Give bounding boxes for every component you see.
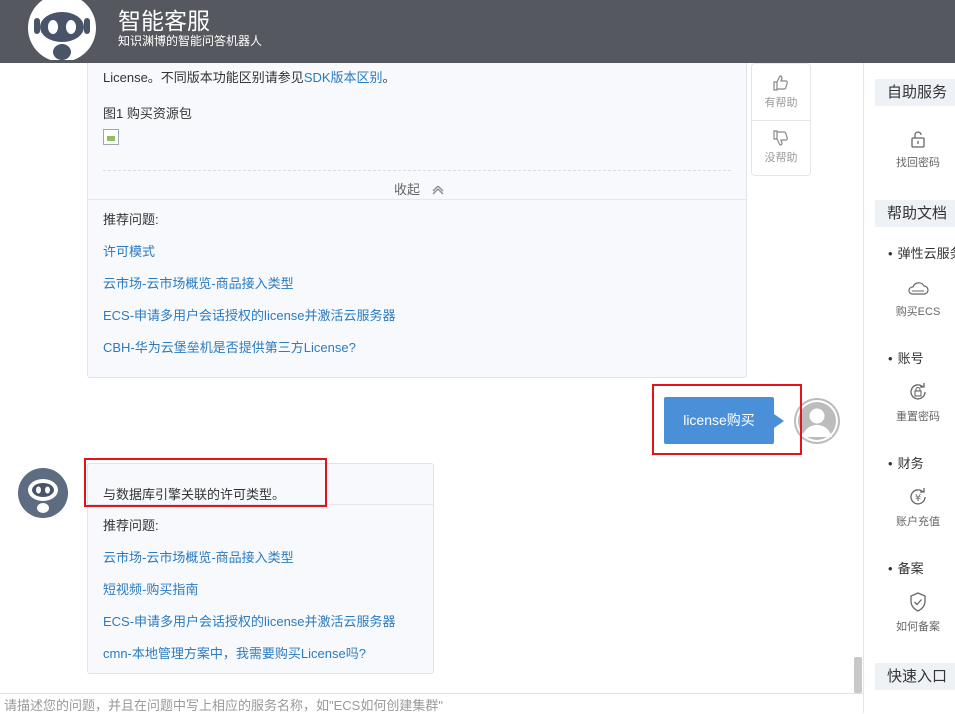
highlight-box [84,458,327,507]
divider [752,120,810,121]
quick-entry-header: 快速入口 [875,663,955,690]
cloud-icon [908,282,929,295]
scrollbar-thumb[interactable] [854,657,862,693]
feedback-panel: 有帮助 没帮助 [751,63,811,176]
recommend-link[interactable]: 云市场-云市场概览-商品接入类型 [103,547,294,566]
category-ecs: 弹性云服务器 [888,243,955,262]
right-sidebar: 自助服务 找回密码 帮助文档 弹性云服务器 购买ECS 账号 重置密码 财务 [863,63,955,713]
app-header: 智能客服 知识渊博的智能问答机器人 [0,0,955,63]
recharge-link[interactable]: ¥ 账户充值 [875,486,955,529]
thumbs-up-icon [773,75,788,91]
app-title: 智能客服 [118,8,210,34]
message-input[interactable] [4,696,854,714]
not-helpful-button[interactable]: 没帮助 [752,129,810,165]
buy-ecs-link[interactable]: 购买ECS [875,280,955,319]
thumbs-down-icon [773,130,788,146]
divider [88,199,746,200]
app-subtitle: 知识渊博的智能问答机器人 [118,34,263,48]
svg-text:¥: ¥ [915,493,921,504]
help-docs-header: 帮助文档 [875,200,955,227]
recommend-link[interactable]: 云市场-云市场概览-商品接入类型 [103,273,294,292]
recommend-link[interactable]: CBH-华为云堡垒机是否提供第三方License? [103,337,356,356]
reset-password-link[interactable]: 重置密码 [875,381,955,424]
collapse-button[interactable]: 收起 [394,179,444,198]
recommend-link[interactable]: cmn-本地管理方案中，我需要购买License吗? [103,643,366,662]
category-filing: 备案 [888,558,924,577]
chat-area[interactable]: License。不同版本功能区别请参见SDK版本区别。 图1 购买资源包 收起 … [0,63,863,693]
yen-refresh-icon: ¥ [910,488,926,505]
robot-icon [28,479,58,513]
robot-logo-icon [28,0,96,60]
recommend-label: 推荐问题: [103,518,159,533]
recommend-link[interactable]: ECS-申请多用户会话授权的license并激活云服务器 [103,305,396,324]
unlock-icon [911,131,925,148]
self-service-header: 自助服务 [875,79,955,106]
helpful-button[interactable]: 有帮助 [752,74,810,110]
highlight-box [652,384,802,455]
retrieve-password-link[interactable]: 找回密码 [875,129,955,170]
how-to-file-link[interactable]: 如何备案 [875,591,955,634]
shield-check-icon [910,592,926,612]
broken-image-icon [103,129,119,145]
recommend-label: 推荐问题: [103,212,159,227]
recommend-link[interactable]: 许可模式 [103,241,155,260]
divider [103,170,731,171]
recommend-link[interactable]: ECS-申请多用户会话授权的license并激活云服务器 [103,611,396,630]
sdk-version-link[interactable]: SDK版本区别 [304,70,383,85]
message-input-bar [0,693,863,714]
answer-text: License。不同版本功能区别请参见SDK版本区别。 [103,70,396,85]
answer-card: License。不同版本功能区别请参见SDK版本区别。 图1 购买资源包 收起 … [87,63,747,378]
category-finance: 财务 [888,453,924,472]
refresh-lock-icon [910,383,926,400]
chevron-up-icon [432,185,444,195]
figure-caption: 图1 购买资源包 [103,106,192,121]
recommend-link[interactable]: 短视频-购买指南 [103,579,198,598]
category-account: 账号 [888,348,924,367]
bot-avatar [18,468,68,518]
